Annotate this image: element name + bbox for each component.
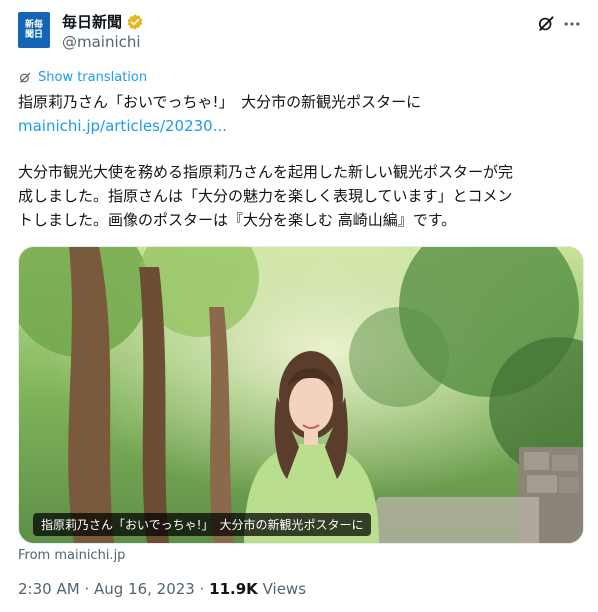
tweet-time[interactable]: 2:30 AM xyxy=(18,580,80,598)
handle[interactable]: @mainichi xyxy=(62,33,141,51)
meta-separator: · xyxy=(84,580,94,598)
grok-icon[interactable] xyxy=(536,14,556,38)
tweet-date[interactable]: Aug 16, 2023 xyxy=(94,580,195,598)
tweet-body-line-1: 大分市観光大使を務める指原莉乃さんを起用した新しい観光ポスターが完 xyxy=(18,163,514,181)
views-count: 11.9K xyxy=(209,580,258,598)
tweet-body-line-3: トしました。画像のポスターは『大分を楽しむ 高崎山編』です。 xyxy=(18,211,457,229)
display-name-text: 毎日新聞 xyxy=(62,13,123,31)
display-name[interactable]: 毎日新聞 xyxy=(62,11,144,32)
views-label: Views xyxy=(262,580,307,598)
translate-icon xyxy=(18,71,32,85)
avatar[interactable]: 新毎 聞日 xyxy=(18,12,50,48)
tweet-body-line-2: 成しました。指原さんは「大分の魅力を楽しく表現しています」とコメン xyxy=(18,187,513,205)
poster-photo xyxy=(19,247,583,543)
meta-separator: · xyxy=(199,580,210,598)
tweet-headline: 指原莉乃さん「おいでっちゃ!」 大分市の新観光ポスターに xyxy=(18,93,422,111)
link-card-source[interactable]: From mainichi.jp xyxy=(18,548,125,563)
article-link[interactable]: mainichi.jp/articles/20230... xyxy=(18,114,227,138)
show-translation-link[interactable]: Show translation xyxy=(18,70,147,85)
verified-badge-icon[interactable] xyxy=(126,13,144,31)
more-icon[interactable] xyxy=(562,14,582,38)
link-card-image[interactable]: 指原莉乃さん「おいでっちゃ!」 大分市の新観光ポスターに xyxy=(18,246,584,544)
tweet-meta: 2:30 AM · Aug 16, 2023 · 11.9K Views xyxy=(18,580,306,598)
show-translation-label: Show translation xyxy=(38,70,148,85)
avatar-text-top: 新毎 xyxy=(24,20,43,30)
link-card-title: 指原莉乃さん「おいでっちゃ!」 大分市の新観光ポスターに xyxy=(33,513,372,536)
avatar-text-bottom: 聞日 xyxy=(24,30,43,40)
